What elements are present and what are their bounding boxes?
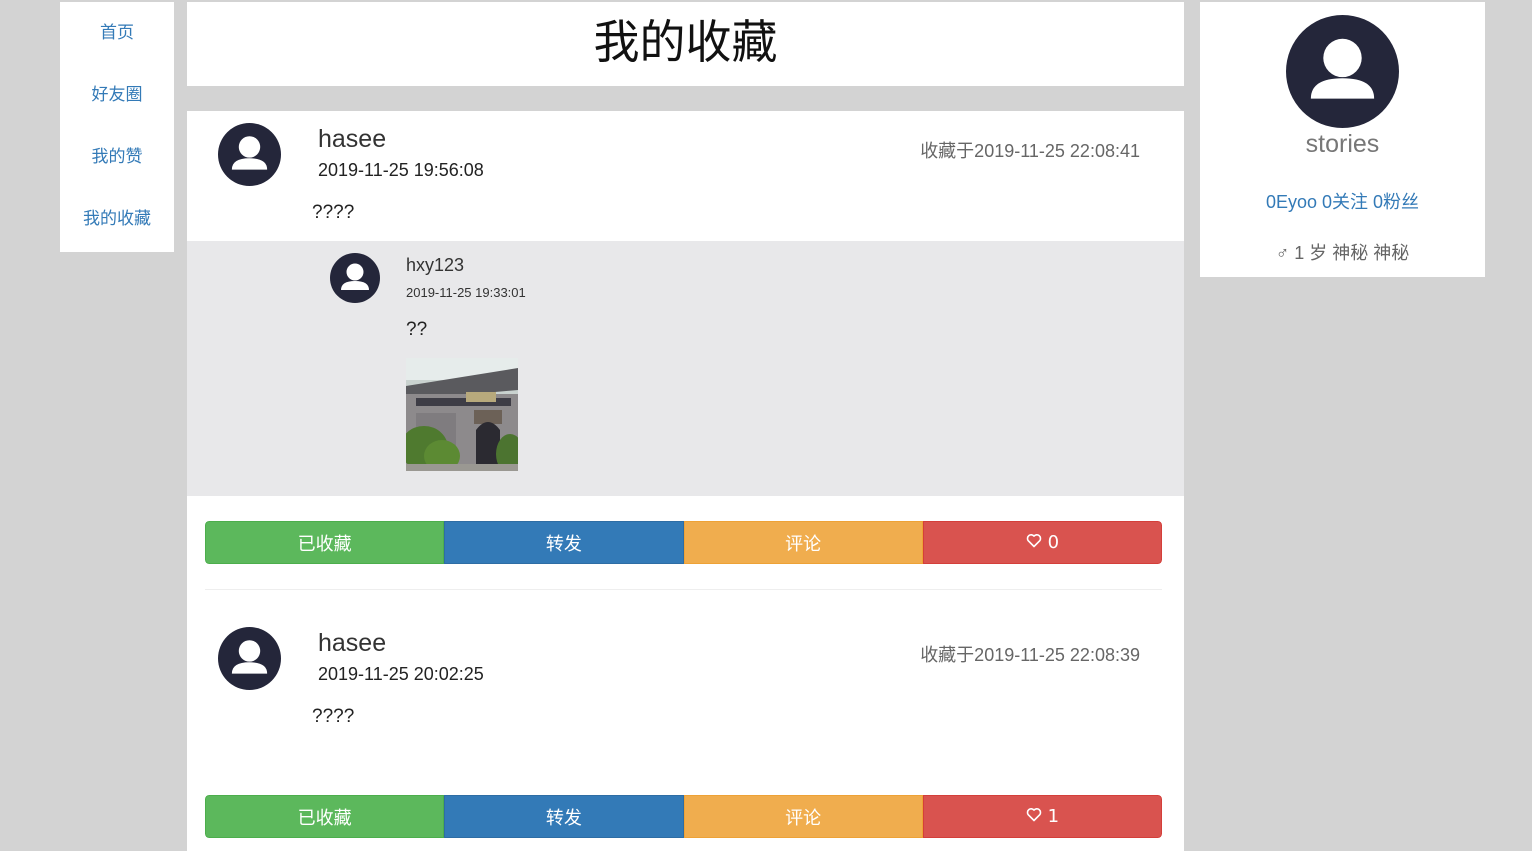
reposted-content[interactable]: hxy123 2019-11-25 19:33:01 ??: [187, 241, 1184, 496]
comment-button[interactable]: 评论: [683, 795, 923, 838]
profile-city: 神秘: [1373, 243, 1410, 263]
profile-name[interactable]: stories: [1200, 130, 1485, 159]
comment-button[interactable]: 评论: [683, 521, 923, 564]
profile-stats: 0Eyoo 0关注 0粉丝: [1200, 188, 1485, 214]
post-actions: 已收藏 转发 评论 1: [205, 795, 1162, 838]
repost-text: ??: [406, 319, 428, 340]
post-timestamp: 2019-11-25 20:02:25: [318, 664, 484, 684]
eyoo-count-link[interactable]: 0Eyoo: [1266, 192, 1317, 212]
repost-image[interactable]: [406, 358, 518, 471]
nav-item-likes[interactable]: 我的赞: [60, 126, 174, 188]
post-username[interactable]: hasee: [318, 125, 386, 154]
page-title-box: 我的收藏: [187, 2, 1184, 86]
favorites-feed: hasee 2019-11-25 19:56:08 收藏于2019-11-25 …: [187, 111, 1184, 851]
repost-username[interactable]: hxy123: [406, 255, 464, 276]
like-button[interactable]: 0: [922, 521, 1162, 564]
like-button[interactable]: 1: [922, 795, 1162, 838]
post-actions: 已收藏 转发 评论 0: [205, 521, 1162, 564]
sidebar-nav: 首页 好友圈 我的赞 我的收藏: [60, 2, 174, 252]
following-count-link[interactable]: 0关注: [1322, 192, 1368, 212]
collected-button[interactable]: 已收藏: [205, 521, 445, 564]
profile-card: stories 0Eyoo 0关注 0粉丝 ♂ 1 岁 神秘 神秘: [1200, 2, 1485, 277]
user-avatar-icon[interactable]: [218, 627, 281, 690]
post-username[interactable]: hasee: [318, 629, 386, 658]
like-count: 0: [1047, 532, 1060, 553]
forward-button[interactable]: 转发: [444, 521, 684, 564]
profile-info: ♂ 1 岁 神秘 神秘: [1200, 239, 1485, 265]
favorited-time: 收藏于2019-11-25 22:08:41: [920, 141, 1140, 161]
profile-avatar-icon[interactable]: [1286, 15, 1399, 128]
followers-count-link[interactable]: 0粉丝: [1373, 192, 1419, 212]
repost-timestamp: 2019-11-25 19:33:01: [406, 285, 526, 300]
profile-region: 神秘: [1332, 243, 1369, 263]
repost-avatar-icon[interactable]: [330, 253, 380, 303]
post-timestamp: 2019-11-25 19:56:08: [318, 160, 484, 180]
forward-button[interactable]: 转发: [444, 795, 684, 838]
post-divider: [205, 589, 1162, 590]
collected-button[interactable]: 已收藏: [205, 795, 445, 838]
nav-item-friends[interactable]: 好友圈: [60, 64, 174, 126]
profile-age: 1 岁: [1294, 243, 1328, 263]
like-count: 1: [1047, 806, 1060, 827]
nav-item-favorites[interactable]: 我的收藏: [60, 188, 174, 250]
heart-icon: [1026, 532, 1042, 553]
user-avatar-icon[interactable]: [218, 123, 281, 186]
post-text: ????: [312, 202, 355, 223]
post-text: ????: [312, 706, 355, 727]
favorited-time: 收藏于2019-11-25 22:08:39: [920, 645, 1140, 665]
male-icon: ♂: [1275, 243, 1290, 263]
nav-item-home[interactable]: 首页: [60, 2, 174, 64]
page-title: 我的收藏: [593, 15, 778, 69]
heart-icon: [1026, 806, 1042, 827]
